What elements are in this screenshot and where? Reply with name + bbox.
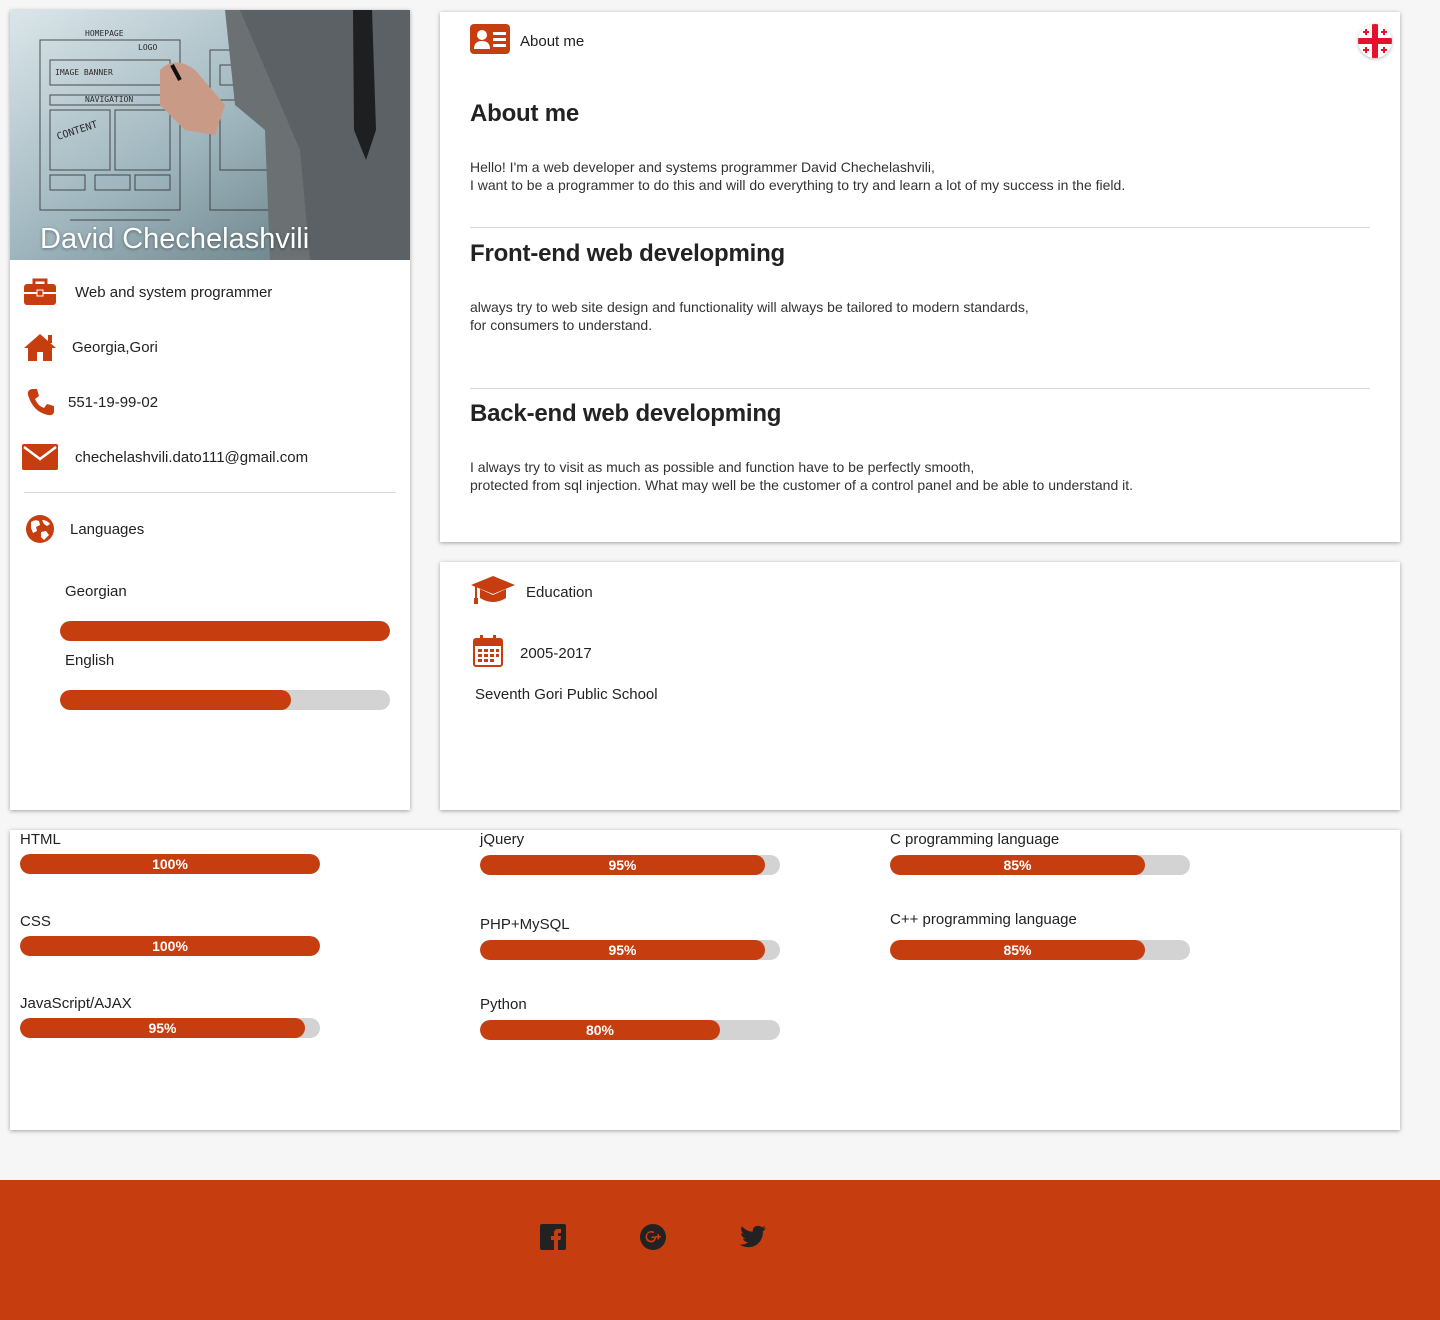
education-period: 2005-2017 — [520, 644, 592, 662]
globe-icon — [20, 511, 60, 547]
profile-card: HOMEPAGE LOGO IMAGE BANNER NAVIGATION CO… — [10, 10, 410, 810]
section-text-line: protected from sql injection. What may w… — [470, 477, 1134, 493]
skill-bar: 80% — [480, 1020, 780, 1040]
skill-label: CSS — [20, 913, 51, 930]
education-header-label: Education — [526, 583, 593, 601]
skill-bar: 100% — [20, 936, 320, 956]
section-title: Front-end web developming — [470, 240, 786, 267]
skill-bar: 95% — [480, 855, 780, 875]
language-name: English — [65, 652, 115, 669]
skill-percent: 95% — [608, 857, 637, 873]
profile-divider — [24, 492, 396, 493]
education-card-header: Education — [470, 574, 593, 610]
skill-bar: 85% — [890, 855, 1190, 875]
home-icon — [20, 329, 60, 365]
language-name: Georgian — [65, 583, 127, 600]
section-text-line: always try to web site design and functi… — [470, 299, 1029, 315]
education-period-row: 2005-2017 — [473, 635, 592, 671]
language-level-fill — [60, 690, 291, 710]
education-card: Education 2005-2017 Seventh Gori Public … — [440, 562, 1400, 810]
skill-percent: 100% — [152, 938, 188, 954]
google-plus-icon[interactable] — [638, 1222, 668, 1252]
footer — [0, 1180, 1440, 1320]
skill-label: C programming language — [890, 831, 1060, 848]
id-card-icon — [470, 24, 510, 58]
envelope-icon — [20, 439, 60, 475]
about-card-header: About me — [470, 24, 584, 58]
skills-card: HTML 100% CSS 100% JavaScript/AJAX 95% j… — [10, 830, 1400, 1130]
job-title-text: Web and system programmer — [75, 283, 273, 301]
sketch-text-image-banner: IMAGE BANNER — [55, 68, 113, 77]
skill-bar: 100% — [20, 854, 320, 874]
section-divider — [470, 227, 1370, 228]
skill-percent: 80% — [585, 1022, 615, 1038]
education-school: Seventh Gori Public School — [475, 686, 658, 703]
section-text-line: Hello! I'm a web developer and systems p… — [470, 159, 935, 175]
section-text: always try to web site design and functi… — [470, 298, 1029, 334]
facebook-icon[interactable] — [538, 1222, 568, 1252]
calendar-icon — [473, 635, 503, 671]
skill-percent: 95% — [148, 1020, 177, 1036]
skill-percent: 100% — [152, 856, 188, 872]
section-title: Back-end web developming — [470, 400, 782, 427]
language-level-fill — [60, 621, 390, 641]
phone-icon — [20, 384, 60, 420]
language-level-bar — [60, 690, 390, 710]
language-level-bar — [60, 621, 390, 641]
skill-label: jQuery — [480, 831, 525, 848]
location-row: Georgia,Gori — [20, 329, 158, 365]
section-title: About me — [470, 100, 580, 127]
phone-text[interactable]: 551-19-99-02 — [68, 394, 158, 411]
skill-label: Python — [480, 996, 527, 1013]
section-text-line: I want to be a programmer to do this and… — [470, 177, 1126, 193]
email-row: chechelashvili.dato111@gmail.com — [20, 439, 308, 475]
section-text-line: for consumers to understand. — [470, 317, 653, 333]
skill-bar: 95% — [480, 940, 780, 960]
languages-heading-row: Languages — [20, 511, 144, 547]
skill-percent: 95% — [608, 942, 637, 958]
skill-label: JavaScript/AJAX — [20, 995, 132, 1012]
profile-name: David Chechelashvili — [40, 223, 310, 255]
sketch-text-logo: LOGO — [138, 43, 157, 52]
graduation-cap-icon — [470, 574, 516, 610]
sketch-text-homepage: HOMEPAGE — [85, 29, 124, 38]
briefcase-icon — [20, 274, 60, 310]
phone-row: 551-19-99-02 — [20, 384, 158, 420]
section-text: I always try to visit as much as possibl… — [470, 458, 1133, 494]
section-text: Hello! I'm a web developer and systems p… — [470, 158, 1125, 194]
about-header-label: About me — [520, 32, 585, 50]
section-text-line: I always try to visit as much as possibl… — [470, 459, 975, 475]
languages-title: Languages — [70, 520, 145, 538]
skill-label: HTML — [20, 831, 61, 848]
email-link[interactable]: chechelashvili.dato111@gmail.com — [75, 449, 308, 466]
twitter-icon[interactable] — [738, 1222, 768, 1252]
skill-bar: 85% — [890, 940, 1190, 960]
job-row: Web and system programmer — [20, 274, 272, 310]
section-divider — [470, 388, 1370, 389]
georgia-flag-icon[interactable] — [1358, 24, 1392, 58]
skill-label: C++ programming language — [890, 911, 1077, 928]
skill-bar: 95% — [20, 1018, 320, 1038]
about-card: About me About me Hello! I'm a web devel… — [440, 12, 1400, 542]
skill-percent: 85% — [1003, 857, 1032, 873]
skill-label: PHP+MySQL — [480, 916, 570, 933]
profile-hero-image: HOMEPAGE LOGO IMAGE BANNER NAVIGATION CO… — [10, 10, 410, 260]
location-text: Georgia,Gori — [72, 338, 158, 356]
skill-percent: 85% — [1003, 942, 1032, 958]
sketch-text-navigation: NAVIGATION — [85, 95, 133, 104]
